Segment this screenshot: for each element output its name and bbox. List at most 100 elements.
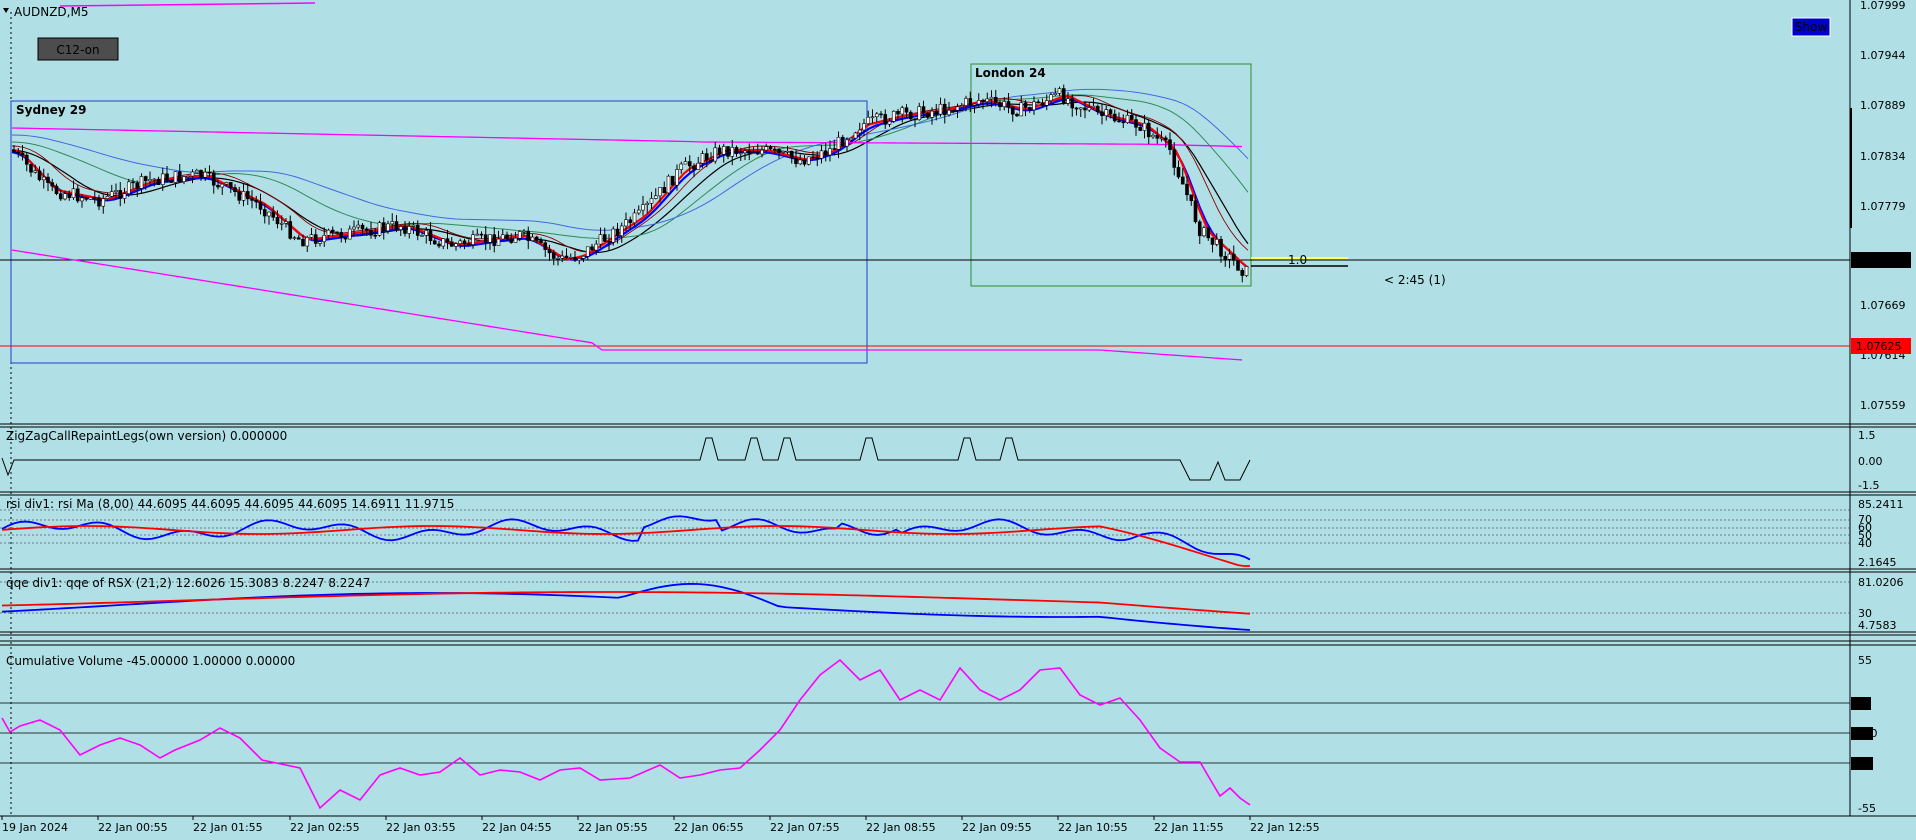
candle-body xyxy=(12,149,16,153)
candle-body xyxy=(437,243,441,247)
candle-body xyxy=(556,257,560,260)
price-label-1: 1.07999 xyxy=(1860,0,1906,12)
rsi-title: rsi div1: rsi Ma (8,00) 44.6095 44.6095 … xyxy=(6,497,454,511)
candle-body xyxy=(726,146,730,157)
candle-body xyxy=(160,173,165,185)
candle-body xyxy=(352,226,356,230)
candle-body xyxy=(203,171,208,178)
candle-body xyxy=(139,176,144,189)
candle-body xyxy=(934,110,939,115)
current-price-tag: 1.07720 xyxy=(1851,252,1911,268)
candle-body xyxy=(896,110,900,115)
price-axis: 1.07999 1.07944 1.07889 1.07834 1.07779 … xyxy=(1850,0,1911,412)
trading-chart[interactable]: Sydney 29 London 24 1.0 < 2:45 (1) AUDNZ… xyxy=(0,0,1916,840)
candle-body xyxy=(479,233,484,236)
cumvol-scale-3: 0.00 xyxy=(1853,727,1878,740)
candle-body xyxy=(781,150,786,153)
candle-body xyxy=(662,187,667,194)
candle-body xyxy=(1176,167,1181,178)
candle-body xyxy=(211,172,216,186)
price-label-2: 1.07944 xyxy=(1860,49,1906,62)
candle-body xyxy=(88,197,93,200)
candle-body xyxy=(683,161,688,165)
candle-body xyxy=(271,211,276,218)
candle-body xyxy=(666,175,671,194)
candle-body xyxy=(539,240,543,244)
candle-body xyxy=(1202,227,1206,237)
candle-body xyxy=(1197,221,1202,237)
candle-body xyxy=(1053,93,1058,95)
candle-body xyxy=(1231,253,1236,261)
candle-body xyxy=(560,255,565,259)
candle-body xyxy=(1066,98,1070,104)
candle-body xyxy=(755,152,760,155)
time-label: 22 Jan 04:55 xyxy=(482,821,552,834)
candle-body xyxy=(717,147,722,155)
candle-body xyxy=(1146,122,1151,138)
candle-body xyxy=(573,256,577,261)
candle-body xyxy=(381,222,386,232)
candle-body xyxy=(390,221,395,225)
candle-body xyxy=(1117,120,1121,123)
candle-body xyxy=(1236,260,1240,271)
candle-body xyxy=(785,150,790,153)
candle-body xyxy=(670,175,675,186)
candle-body xyxy=(424,230,429,236)
candle-body xyxy=(1049,94,1053,101)
candle-body xyxy=(37,170,42,181)
candle-body xyxy=(92,197,97,199)
candle-body xyxy=(432,240,437,245)
candle-body xyxy=(653,195,658,199)
candle-body xyxy=(284,221,288,224)
time-label: 22 Jan 06:55 xyxy=(674,821,744,834)
candle-body xyxy=(496,238,501,246)
price-marker-label: 1.0 xyxy=(1288,253,1307,267)
candle-body xyxy=(305,237,310,247)
zigzag-scale-2: 0.00 xyxy=(1858,455,1883,468)
candle-body xyxy=(509,238,514,243)
candle-body xyxy=(296,237,301,240)
candle-body xyxy=(441,238,446,247)
candle-body xyxy=(114,190,118,192)
candle-body xyxy=(369,230,373,236)
show-button[interactable]: Show xyxy=(1791,17,1831,37)
candle-body xyxy=(1189,194,1194,202)
cumvol-scale-4: -20 xyxy=(1853,757,1871,770)
candle-body xyxy=(1061,88,1066,104)
time-label: 22 Jan 12:55 xyxy=(1250,821,1320,834)
candle-body xyxy=(1083,107,1087,111)
candle-body xyxy=(819,150,824,159)
time-label: 22 Jan 02:55 xyxy=(290,821,360,834)
candle-body xyxy=(420,235,424,237)
candle-body xyxy=(500,234,505,240)
candle-body xyxy=(492,234,497,246)
candle-body xyxy=(339,232,344,238)
candle-body xyxy=(386,223,390,232)
candle-body xyxy=(63,193,67,200)
candle-body xyxy=(619,225,624,236)
candle-body xyxy=(1193,200,1198,223)
candle-body xyxy=(373,234,378,237)
candle-body xyxy=(1040,102,1045,106)
candle-body xyxy=(1142,122,1147,131)
candle-body xyxy=(1023,102,1028,108)
candle-body xyxy=(1163,137,1168,141)
candle-body xyxy=(143,176,148,182)
candle-body xyxy=(925,112,930,118)
candle-body xyxy=(58,193,63,200)
candle-body xyxy=(891,110,896,122)
candle-body xyxy=(122,193,127,199)
c12-toggle-button[interactable]: C12-on xyxy=(37,37,119,61)
candle-body xyxy=(216,184,220,188)
candle-body xyxy=(458,240,463,244)
candle-body xyxy=(1121,121,1126,124)
time-label: 22 Jan 05:55 xyxy=(578,821,648,834)
candle-body xyxy=(772,148,777,151)
candle-body xyxy=(1027,107,1032,111)
candle-body xyxy=(322,235,327,243)
cumvol-scale-5: -55 xyxy=(1858,802,1876,815)
candle-body xyxy=(747,150,752,154)
candle-body xyxy=(721,146,726,155)
candle-body xyxy=(190,171,195,177)
candle-body xyxy=(517,231,522,239)
